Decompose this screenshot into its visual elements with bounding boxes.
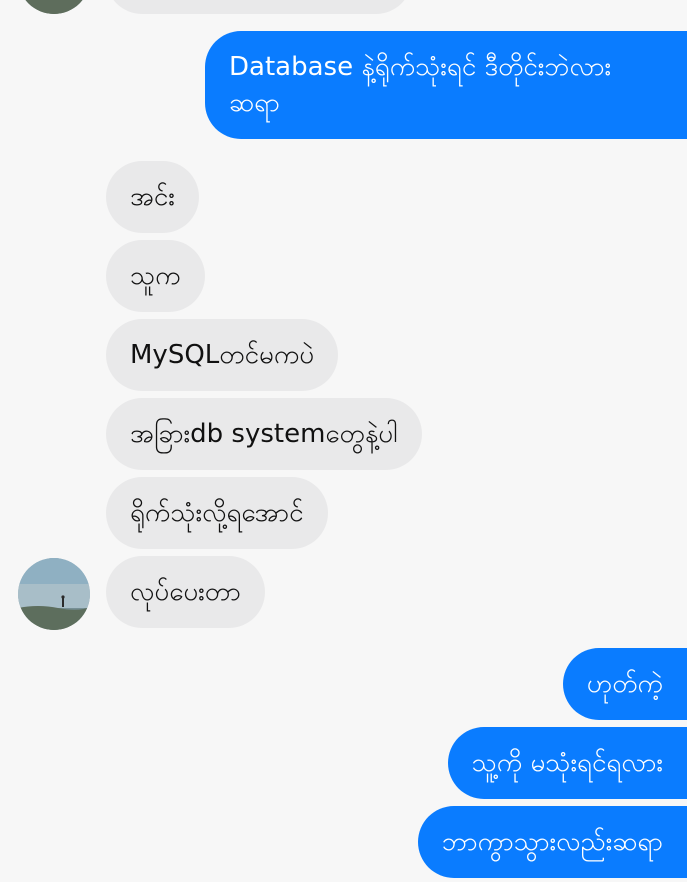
message-bubble-previous[interactable] bbox=[106, 0, 412, 14]
message-bubble-incoming[interactable]: အင်း bbox=[106, 161, 199, 233]
message-bubble-incoming[interactable]: MySQLတင်မကပဲ bbox=[106, 319, 339, 391]
message-bubble-incoming[interactable]: ရိုက်သုံးလို့ရအောင် bbox=[106, 477, 328, 549]
message-text: သူက bbox=[130, 261, 181, 291]
contact-avatar[interactable] bbox=[18, 558, 90, 630]
message-text: အင်း bbox=[130, 182, 175, 212]
message-bubble-incoming[interactable]: လုပ်ပေးတာ bbox=[106, 556, 265, 628]
message-text: ဟုတ်ကဲ့ bbox=[586, 669, 663, 699]
message-text: ဘာကွာသွားလည်းဆရာ bbox=[441, 827, 663, 857]
message-bubble-outgoing[interactable]: သူ့ကို မသုံးရင်ရလား bbox=[447, 727, 687, 799]
message-text: ရိုက်သုံးလို့ရအောင် bbox=[130, 498, 304, 528]
message-bubble-outgoing[interactable]: ဟုတ်ကဲ့ bbox=[562, 648, 687, 720]
contact-avatar[interactable] bbox=[18, 0, 90, 14]
message-bubble-outgoing[interactable]: ဘာကွာသွားလည်းဆရာ bbox=[417, 806, 687, 878]
message-bubble-outgoing[interactable]: Database နဲ့ရိုက်သုံးရင် ဒီတိုင်းဘဲလား ဆ… bbox=[205, 31, 687, 139]
message-text: MySQLတင်မကပဲ bbox=[130, 340, 315, 370]
chat-thread: Database နဲ့ရိုက်သုံးရင် ဒီတိုင်းဘဲလား ဆ… bbox=[0, 0, 687, 882]
message-bubble-incoming[interactable]: သူက bbox=[106, 240, 205, 312]
message-bubble-incoming[interactable]: အခြားdb systemတွေနဲ့ပါ bbox=[106, 398, 422, 470]
message-text: သူ့ကို မသုံးရင်ရလား bbox=[471, 748, 663, 778]
message-text: လုပ်ပေးတာ bbox=[130, 577, 241, 607]
message-text: Database နဲ့ရိုက်သုံးရင် ဒီတိုင်းဘဲလား ဆ… bbox=[229, 52, 612, 118]
message-text: အခြားdb systemတွေနဲ့ပါ bbox=[130, 419, 398, 449]
